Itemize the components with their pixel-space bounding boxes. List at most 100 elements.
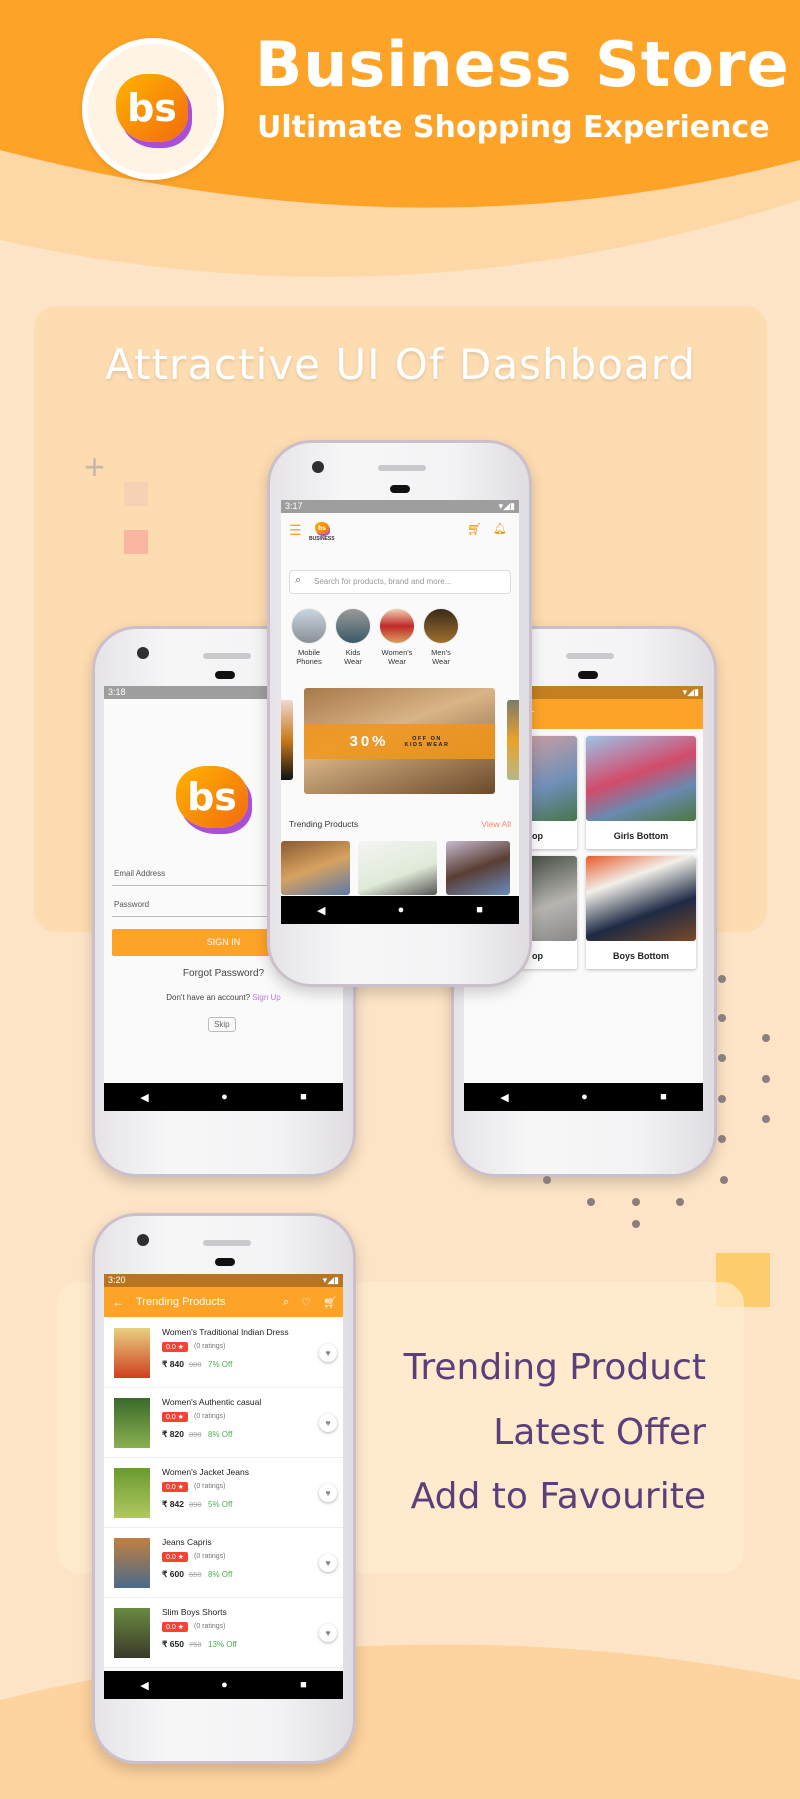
back-icon[interactable]: ◀: [500, 1091, 508, 1104]
phone-dashboard: 3:17 ▾◢▮ ☰ bs BUSINESS 🛒︎ 🔔︎ Search for p…: [267, 440, 532, 987]
plus-decoration: +: [84, 446, 106, 487]
product-row[interactable]: Women's Traditional Indian Dress 0.0 ★ (…: [104, 1318, 343, 1388]
category-item[interactable]: Men's Wear: [417, 608, 465, 666]
rating-badge: 0.0 ★: [162, 1342, 188, 1352]
rating-badge: 0.0 ★: [162, 1622, 188, 1632]
trending-product-image[interactable]: [446, 841, 510, 895]
search-input[interactable]: Search for products, brand and more...: [289, 570, 511, 594]
discount: 13% Off: [208, 1640, 237, 1649]
favourite-heart-icon[interactable]: ♥: [319, 1624, 337, 1642]
product-name: Women's Jacket Jeans: [162, 1467, 249, 1477]
rating-count: (0 ratings): [194, 1623, 226, 1630]
product-name: Slim Boys Shorts: [162, 1607, 227, 1617]
product-image: [114, 1328, 150, 1378]
feature-trending: Trending Product: [403, 1347, 706, 1388]
recents-icon[interactable]: ■: [300, 1091, 307, 1103]
product-price: ₹ 842: [162, 1499, 184, 1509]
rating-count: (0 ratings): [194, 1343, 226, 1350]
back-arrow-icon[interactable]: ←: [112, 1295, 124, 1309]
phone-trending: 3:20 ▾◢▮ ← Trending Products ⌕ ♡ 🛒︎ Women…: [92, 1213, 356, 1764]
category-item[interactable]: Kids Wear: [329, 608, 377, 666]
original-price: 890: [189, 1430, 202, 1439]
category-card-girls-bottom[interactable]: Girls Bottom: [586, 736, 696, 849]
screen-title: Trending Products: [136, 1296, 226, 1308]
back-icon[interactable]: ◀: [317, 904, 325, 917]
trending-product-image[interactable]: [281, 841, 350, 895]
product-row[interactable]: Jeans Capris 0.0 ★ (0 ratings) ₹ 600 650…: [104, 1528, 343, 1598]
home-icon[interactable]: ●: [221, 1091, 228, 1103]
dashboard-screen: 3:17 ▾◢▮ ☰ bs BUSINESS 🛒︎ 🔔︎ Search for p…: [281, 500, 519, 924]
product-price: ₹ 600: [162, 1569, 184, 1579]
trending-screen: 3:20 ▾◢▮ ← Trending Products ⌕ ♡ 🛒︎ Women…: [104, 1274, 343, 1699]
status-bar: 3:20 ▾◢▮: [104, 1274, 343, 1287]
header-logo: bs: [315, 522, 329, 534]
speaker: [203, 653, 251, 659]
favourite-heart-icon[interactable]: ♥: [319, 1554, 337, 1572]
search-icon: ⌕: [295, 574, 302, 586]
nav-bar: ◀ ● ■: [281, 896, 519, 924]
original-price: 650: [189, 1570, 202, 1579]
product-image: [114, 1398, 150, 1448]
login-logo: bs: [176, 766, 248, 828]
discount: 8% Off: [208, 1570, 233, 1579]
trending-product-image[interactable]: [358, 841, 437, 895]
rating-count: (0 ratings): [194, 1413, 226, 1420]
rating-count: (0 ratings): [194, 1553, 226, 1560]
menu-icon[interactable]: ☰: [289, 522, 302, 539]
trending-label: Trending Products: [289, 819, 359, 829]
recents-icon[interactable]: ■: [476, 904, 483, 916]
home-icon[interactable]: ●: [398, 904, 405, 916]
original-price: 890: [189, 1500, 202, 1509]
product-price: ₹ 820: [162, 1429, 184, 1439]
promo-banner[interactable]: 30% OFF ON KIDS WEAR: [304, 688, 495, 794]
brand-logo: bs: [82, 38, 224, 180]
skip-button[interactable]: Skip: [208, 1017, 236, 1032]
discount: 8% Off: [208, 1430, 233, 1439]
home-icon[interactable]: ●: [581, 1091, 588, 1103]
cart-icon[interactable]: 🛒︎: [323, 1296, 337, 1309]
status-bar: 3:17 ▾◢▮: [281, 500, 519, 513]
square-decoration: [124, 482, 148, 506]
nav-bar: ◀ ● ■: [104, 1671, 343, 1699]
product-image: [114, 1468, 150, 1518]
category-item[interactable]: Mobile Phones: [285, 608, 333, 666]
favourite-heart-icon[interactable]: ♥: [319, 1344, 337, 1362]
rating-badge: 0.0 ★: [162, 1412, 188, 1422]
bell-icon[interactable]: 🔔︎: [493, 522, 507, 535]
back-icon[interactable]: ◀: [140, 1679, 148, 1692]
category-image: [291, 608, 327, 644]
discount: 7% Off: [208, 1360, 233, 1369]
home-icon[interactable]: ●: [221, 1679, 228, 1691]
product-row[interactable]: Women's Authentic casual 0.0 ★ (0 rating…: [104, 1388, 343, 1458]
discount: 5% Off: [208, 1500, 233, 1509]
rating-badge: 0.0 ★: [162, 1552, 188, 1562]
product-image: [114, 1538, 150, 1588]
recents-icon[interactable]: ■: [660, 1091, 667, 1103]
square-decoration: [124, 530, 148, 554]
product-row[interactable]: Women's Jacket Jeans 0.0 ★ (0 ratings) ₹…: [104, 1458, 343, 1528]
sign-up-link[interactable]: Sign Up: [252, 993, 280, 1002]
category-item[interactable]: Women's Wear: [373, 608, 421, 666]
product-name: Women's Traditional Indian Dress: [162, 1327, 289, 1337]
recents-icon[interactable]: ■: [300, 1679, 307, 1691]
product-image: [114, 1608, 150, 1658]
search-icon[interactable]: ⌕: [283, 1296, 289, 1309]
nav-bar: ◀ ● ■: [464, 1083, 703, 1111]
heart-icon[interactable]: ♡: [301, 1296, 311, 1309]
favourite-heart-icon[interactable]: ♥: [319, 1414, 337, 1432]
cart-icon[interactable]: 🛒︎: [467, 522, 482, 536]
password-field[interactable]: Password: [114, 900, 149, 909]
product-name: Women's Authentic casual: [162, 1397, 262, 1407]
app-title: Business Store: [255, 28, 790, 101]
feature-offer: Latest Offer: [493, 1412, 706, 1453]
original-price: 750: [189, 1640, 202, 1649]
back-icon[interactable]: ◀: [140, 1091, 148, 1104]
favourite-heart-icon[interactable]: ♥: [319, 1484, 337, 1502]
original-price: 900: [189, 1360, 202, 1369]
product-row[interactable]: Slim Boys Shorts 0.0 ★ (0 ratings) ₹ 650…: [104, 1598, 343, 1668]
category-card-boys-bottom[interactable]: Boys Bottom: [586, 856, 696, 969]
email-field[interactable]: Email Address: [114, 869, 165, 878]
section-title: Attractive UI Of Dashboard: [105, 340, 696, 389]
view-all-link[interactable]: View All: [481, 819, 511, 829]
camera: [137, 647, 149, 659]
